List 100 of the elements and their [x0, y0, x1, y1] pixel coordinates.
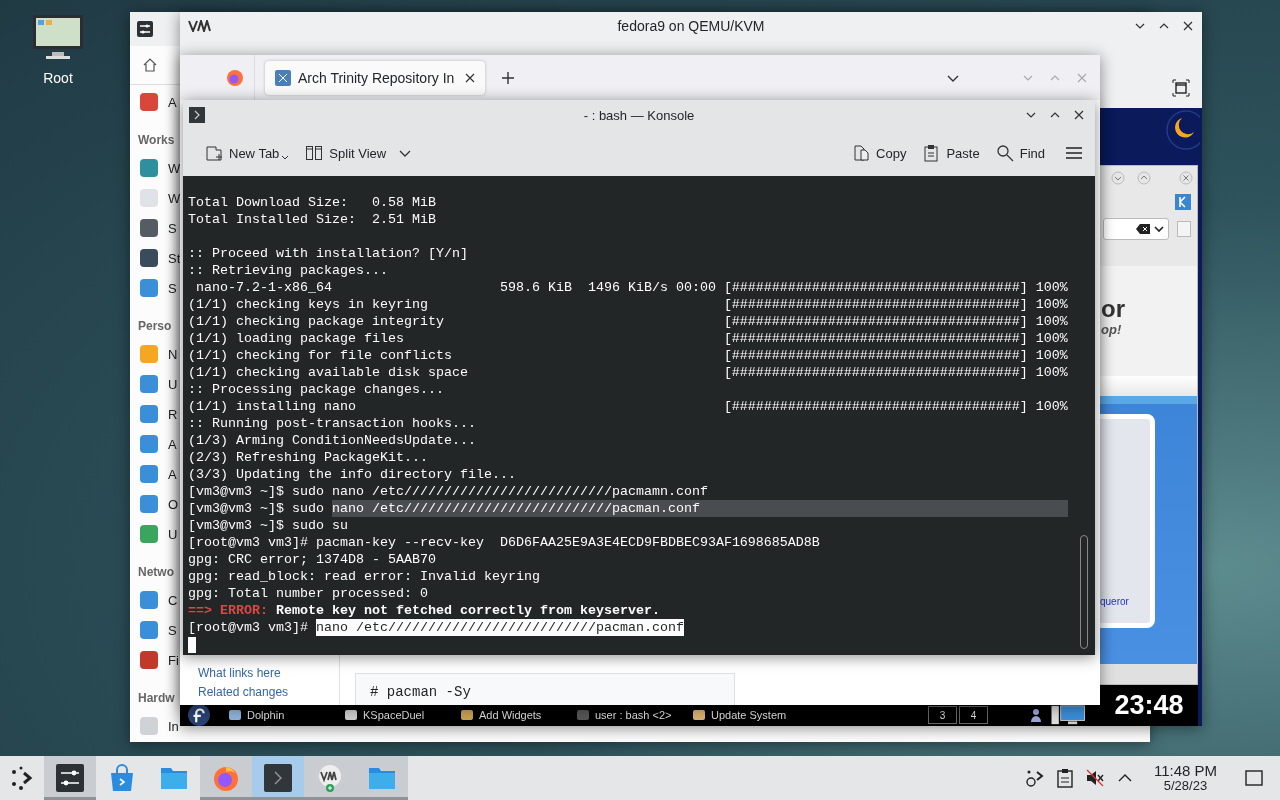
task-button[interactable]: Dolphin [228, 708, 344, 722]
category-icon [140, 375, 158, 393]
show-desktop-icon[interactable] [1244, 768, 1264, 788]
task-button[interactable]: Add Widgets [460, 708, 576, 722]
section-header: Works [137, 132, 175, 149]
terminal-text: [vm3@vm3 ~]$ sudo nano /etc//////////////////////////pacmamn.conf [188, 483, 708, 500]
task-button[interactable]: KSpaceDuel [344, 708, 460, 722]
terminal-text: :: Running post-transaction hooks... [188, 415, 476, 432]
link[interactable]: queror [1100, 596, 1129, 607]
category-icon [140, 621, 158, 639]
progress-bar-text: [####################################] 100% [723, 296, 1068, 313]
terminal-text: (3/3) Updating the info directory file... [188, 466, 516, 483]
vm-manager-icon[interactable] [316, 764, 344, 792]
category-icon [140, 159, 158, 177]
caret-icon [281, 154, 290, 162]
clipboard-icon[interactable] [1054, 768, 1075, 788]
vm-logo-icon [188, 20, 212, 32]
window-title: - : bash — Konsole [583, 107, 695, 123]
browser-tab[interactable]: Arch Trinity Repository In [265, 60, 485, 95]
terminal-icon [189, 107, 205, 123]
terminal-text: :: Processing package changes... [188, 381, 444, 398]
sidebar-item[interactable]: O [168, 496, 179, 512]
sidebar-item[interactable]: U [168, 376, 178, 392]
muted-speaker-icon[interactable] [1084, 768, 1105, 788]
terminal-text: gpg: read_block: read error: Invalid keyring [188, 568, 540, 585]
text-cursor [188, 637, 196, 653]
category-icon [140, 495, 158, 513]
terminal-text: :: Retrieving packages... [188, 262, 388, 279]
error-label: ==> ERROR: [188, 602, 268, 619]
terminal-text: (1/1) loading package files [188, 330, 404, 347]
task-button[interactable]: Update System [692, 708, 808, 722]
sidebar-item[interactable]: S [168, 220, 177, 236]
taskbar-button[interactable] [44, 756, 96, 800]
close-icon[interactable] [1182, 20, 1194, 32]
taskbar-button[interactable] [252, 756, 304, 800]
find-button[interactable]: Find [989, 140, 1051, 166]
sidebar-item[interactable]: S [168, 280, 177, 296]
sidebar-item[interactable]: In [168, 718, 179, 734]
sidebar-item[interactable]: A [168, 94, 177, 110]
sidebar-link[interactable]: What links here [198, 666, 339, 680]
terminal-text: (1/1) installing nano [188, 398, 356, 415]
fedora-logo-icon[interactable] [188, 704, 210, 726]
caret-icon[interactable] [1154, 224, 1164, 234]
sidebar-item[interactable]: W [168, 160, 181, 176]
close-icon[interactable] [1073, 109, 1085, 121]
selected-text: nano /etc//////////////////////////pacman.conf [331, 500, 1068, 517]
progress-bar-text: [####################################] 100% [723, 330, 1068, 347]
sliders-icon [137, 21, 153, 37]
terminal-text: [root@vm3 vm3]# [188, 619, 309, 636]
taskbar-button[interactable] [304, 756, 356, 800]
user-icon[interactable] [1028, 707, 1044, 723]
category-icon [140, 591, 158, 609]
sidebar-item[interactable]: N [168, 346, 178, 362]
terminal-text: (1/3) Arming ConditionNeedsUpdate... [188, 432, 476, 449]
split-view-button[interactable]: Split View [299, 140, 419, 166]
sidebar-link[interactable]: Related changes [198, 685, 339, 699]
monitor-icon[interactable] [32, 14, 84, 60]
sidebar-item[interactable]: U [168, 526, 178, 542]
sidebar-item[interactable]: Fi [168, 652, 179, 668]
fullscreen-icon[interactable] [1172, 79, 1190, 97]
category-icon [140, 435, 158, 453]
sidebar-item[interactable]: S [168, 622, 177, 638]
sidebar-item[interactable]: R [168, 406, 178, 422]
sidebar-item[interactable]: A [168, 436, 177, 452]
clock-date[interactable]: 5/28/23 [1163, 778, 1208, 793]
error-message: Remote key not fetched correctly from keyserver. [274, 602, 660, 619]
home-icon[interactable] [142, 57, 158, 73]
terminal-text: (2/3) Refreshing PackageKit... [188, 449, 428, 466]
sidebar-item[interactable]: A [168, 466, 177, 482]
network-share-icon[interactable] [1024, 768, 1045, 788]
code-block: # pacman -Sy [355, 673, 735, 705]
section-header: Hardw [137, 690, 175, 707]
sliders-icon[interactable] [56, 764, 84, 792]
firefox-icon[interactable] [212, 764, 240, 792]
task-button[interactable]: user : bash <2> [576, 708, 692, 722]
columns-icon [305, 144, 324, 162]
paste-button[interactable]: Paste [916, 140, 986, 166]
copy-button[interactable]: Copy [846, 140, 913, 166]
desktop-pager-button[interactable]: 4 [959, 706, 988, 724]
new-tab-icon[interactable] [501, 70, 515, 85]
desktop-pager-button[interactable]: 3 [928, 706, 957, 724]
sidebar-item[interactable]: C [168, 592, 178, 608]
desktop-icon-label[interactable]: Root [43, 70, 73, 86]
shopping-bag-icon[interactable] [108, 764, 136, 792]
terminal-text: gpg: Total number processed: 0 [188, 585, 428, 602]
clock-time[interactable]: 11:48 PM [1153, 763, 1217, 778]
menu-icon[interactable] [1065, 144, 1083, 162]
new-tab-button[interactable]: New Tab [199, 140, 296, 166]
close-icon[interactable] [465, 72, 475, 83]
clear-icon[interactable] [1136, 223, 1150, 235]
page-heading: or [1101, 296, 1126, 322]
firefox-icon[interactable] [226, 68, 244, 87]
window-title: fedora9 on QEMU/KVM [617, 18, 765, 34]
category-icon [140, 219, 158, 237]
sidebar-item[interactable]: St [168, 250, 181, 266]
tab-plus-icon [205, 144, 223, 162]
sidebar-item[interactable]: W [168, 190, 181, 206]
progress-bar-text: [####################################] 100% [723, 364, 1068, 381]
address-field[interactable] [1103, 218, 1169, 240]
search-icon [995, 144, 1014, 162]
